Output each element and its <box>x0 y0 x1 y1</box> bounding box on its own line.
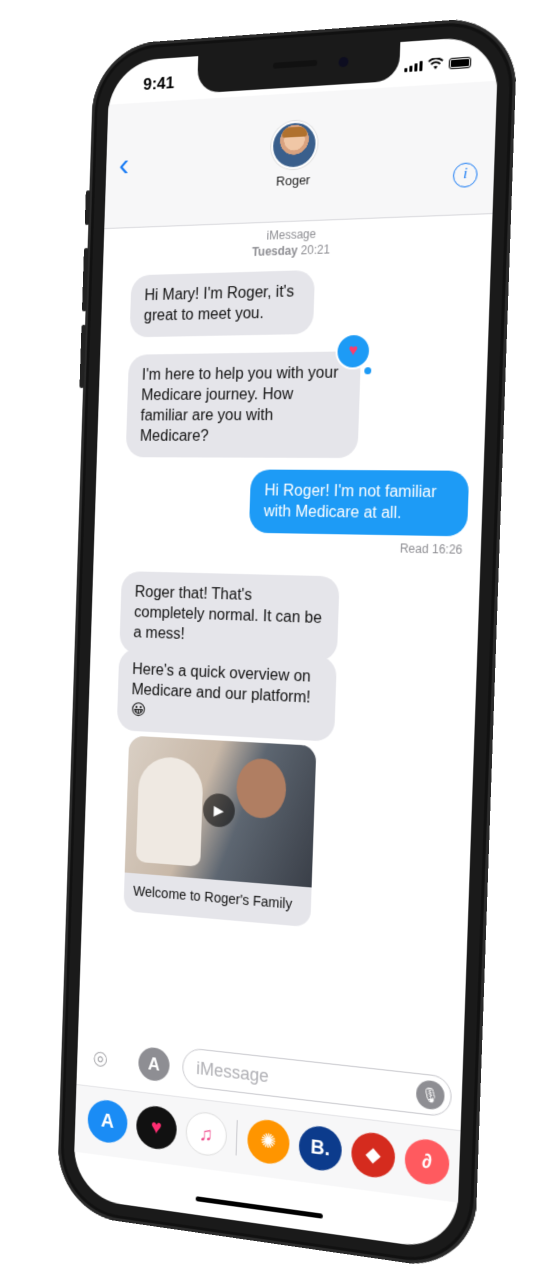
camera-icon[interactable]: ⌾ <box>93 1045 124 1075</box>
stage: 9:41 ‹ Roger i iMessage Tuesday 20:21 Hi… <box>0 0 544 1286</box>
message-bubble[interactable]: Roger that! That's completely normal. It… <box>119 571 339 662</box>
status-icons <box>404 56 471 73</box>
timestamp-time: 20:21 <box>301 242 331 257</box>
read-receipt: Read 16:26 <box>400 541 463 556</box>
message-bubble[interactable]: Hi Mary! I'm Roger, it's great to meet y… <box>130 270 316 337</box>
volume-down-button <box>79 325 85 388</box>
message-thread: iMessage Tuesday 20:21 Hi Mary! I'm Roge… <box>79 219 493 1057</box>
message-bubble[interactable]: Here's a quick overview on Medicare and … <box>117 648 337 742</box>
avatar[interactable] <box>270 120 318 170</box>
video-card[interactable]: ▶ Welcome to Roger's Family <box>123 736 316 928</box>
message-text: Roger that! That's completely normal. It… <box>133 584 322 643</box>
message-bubble[interactable]: Hi Roger! I'm not familiar with Medicare… <box>249 470 469 537</box>
mute-switch <box>85 190 91 225</box>
booking-icon[interactable]: B. <box>298 1124 342 1173</box>
microphone-icon[interactable]: 🎙 <box>416 1079 445 1111</box>
drawer-divider <box>236 1120 238 1155</box>
battery-icon <box>449 57 472 70</box>
front-camera <box>338 57 348 68</box>
heart-app-icon[interactable]: ♥ <box>136 1104 178 1152</box>
play-icon[interactable]: ▶ <box>202 793 235 828</box>
app-store-icon[interactable]: A <box>138 1046 170 1082</box>
volume-up-button <box>82 248 89 311</box>
message-input-placeholder: iMessage <box>196 1058 269 1086</box>
message-text: Here's a quick overview on Medicare and … <box>131 661 311 719</box>
film-reel-icon[interactable]: ✺ <box>247 1117 290 1166</box>
message-text: I'm here to help you with your Medicare … <box>140 365 339 445</box>
phone-frame: 9:41 ‹ Roger i iMessage Tuesday 20:21 Hi… <box>56 15 518 1272</box>
heart-icon[interactable]: ♥ <box>335 333 372 370</box>
status-time: 9:41 <box>143 73 175 94</box>
phone-screen: 9:41 ‹ Roger i iMessage Tuesday 20:21 Hi… <box>73 35 499 1251</box>
chevron-left-icon[interactable]: ‹ <box>118 148 129 181</box>
info-icon[interactable]: i <box>453 162 478 188</box>
speaker-grille <box>273 60 317 69</box>
home-indicator[interactable] <box>196 1196 323 1219</box>
app-store-icon[interactable]: A <box>87 1098 128 1145</box>
message-text: Hi Roger! I'm not familiar with Medicare… <box>264 482 437 522</box>
tapback-tail <box>364 367 371 374</box>
timestamp-day: Tuesday <box>252 244 298 259</box>
wifi-icon <box>427 57 444 70</box>
message-bubble[interactable]: I'm here to help you with your Medicare … <box>126 351 361 458</box>
contact-name[interactable]: Roger <box>105 163 494 196</box>
video-thumbnail[interactable]: ▶ <box>125 736 317 888</box>
message-text: Hi Mary! I'm Roger, it's great to meet y… <box>144 283 295 324</box>
conversation-header: ‹ Roger i <box>104 81 497 229</box>
music-icon[interactable]: ♫ <box>185 1110 227 1158</box>
signal-icon <box>404 61 422 72</box>
dog-app-icon[interactable]: ◆ <box>351 1130 396 1180</box>
airbnb-icon[interactable]: ∂ <box>404 1137 450 1187</box>
